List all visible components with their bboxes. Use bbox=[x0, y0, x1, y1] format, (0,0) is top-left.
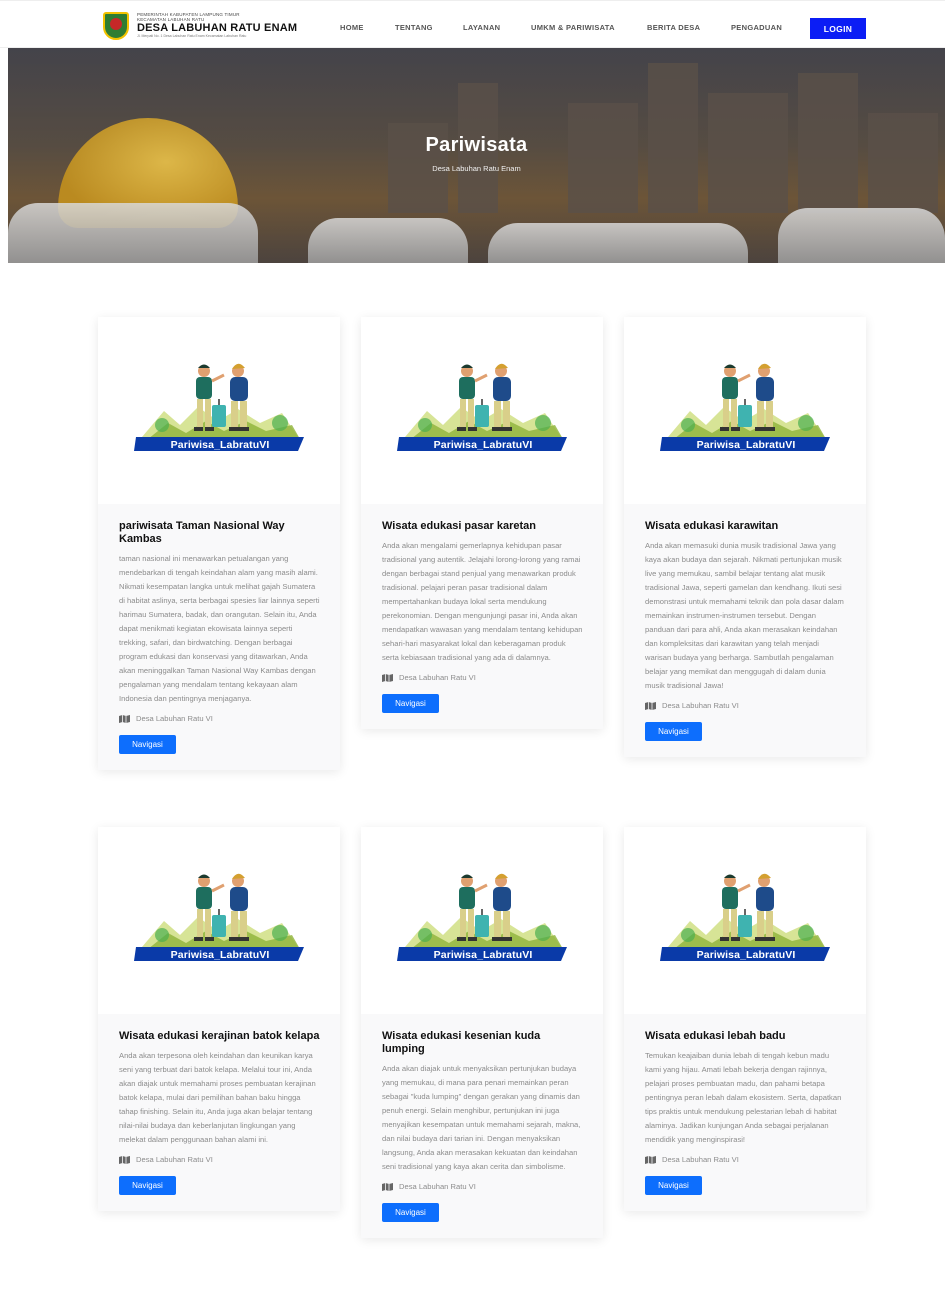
card-location: Desa Labuhan Ratu VI bbox=[645, 701, 846, 710]
navigasi-button[interactable]: Navigasi bbox=[645, 722, 702, 741]
map-icon bbox=[382, 673, 393, 682]
card-location-text: Desa Labuhan Ratu VI bbox=[662, 701, 739, 710]
card-body: pariwisata Taman Nasional Way Kambas tam… bbox=[98, 504, 340, 770]
card-location-text: Desa Labuhan Ratu VI bbox=[399, 1182, 476, 1191]
nav-layanan[interactable]: LAYANAN bbox=[463, 23, 500, 32]
nav-home[interactable]: HOME bbox=[340, 23, 364, 32]
card-body: Wisata edukasi karawitan Anda akan memas… bbox=[624, 504, 866, 757]
nav-pengaduan[interactable]: PENGADUAN bbox=[731, 23, 782, 32]
card-title: Wisata edukasi kesenian kuda lumping bbox=[382, 1030, 541, 1055]
map-icon bbox=[645, 701, 656, 710]
tourism-card-2: Pariwisa_LabratuVI Wisata edukasi pasar … bbox=[361, 317, 603, 729]
card-image-label: Pariwisa_LabratuVI bbox=[170, 439, 270, 451]
card-image: Pariwisa_LabratuVI bbox=[624, 827, 866, 1014]
card-title: pariwisata Taman Nasional Way Kambas bbox=[119, 520, 285, 545]
card-location-text: Desa Labuhan Ratu VI bbox=[399, 673, 476, 682]
card-title: Wisata edukasi kerajinan batok kelapa bbox=[119, 1030, 320, 1042]
page-subtitle: Desa Labuhan Ratu Enam bbox=[432, 164, 521, 173]
card-image-label: Pariwisa_LabratuVI bbox=[433, 439, 533, 451]
travelers-illustration: Pariwisa_LabratuVI bbox=[624, 827, 866, 1014]
map-icon bbox=[645, 1155, 656, 1164]
card-image-label: Pariwisa_LabratuVI bbox=[433, 949, 533, 961]
card-image-label: Pariwisa_LabratuVI bbox=[696, 949, 796, 961]
card-image: Pariwisa_LabratuVI bbox=[98, 317, 340, 504]
tourism-card-4: Pariwisa_LabratuVI Wisata edukasi keraji… bbox=[98, 827, 340, 1211]
navigasi-button[interactable]: Navigasi bbox=[119, 735, 176, 754]
main-nav: HOME TENTANG LAYANAN UMKM & PARIWISATA B… bbox=[0, 19, 945, 35]
tourism-card-5: Pariwisa_LabratuVI Wisata edukasi keseni… bbox=[361, 827, 603, 1238]
card-body: Wisata edukasi lebah badu Temukan keajai… bbox=[624, 1014, 866, 1211]
map-icon bbox=[119, 1155, 130, 1164]
site-header: PEMERINTAH KABUPATEN LAMPUNG TIMUR KECAM… bbox=[0, 0, 945, 48]
card-title: Wisata edukasi lebah badu bbox=[645, 1030, 786, 1042]
tourism-card-6: Pariwisa_LabratuVI Wisata edukasi lebah … bbox=[624, 827, 866, 1211]
travelers-illustration: Pariwisa_LabratuVI bbox=[361, 317, 603, 504]
card-location: Desa Labuhan Ratu VI bbox=[119, 1155, 320, 1164]
navigasi-button[interactable]: Navigasi bbox=[645, 1176, 702, 1195]
page-title: Pariwisata bbox=[425, 134, 528, 156]
card-image: Pariwisa_LabratuVI bbox=[98, 827, 340, 1014]
card-body: Wisata edukasi pasar karetan Anda akan m… bbox=[361, 504, 603, 729]
card-description: taman nasional ini menawarkan petualanga… bbox=[119, 554, 320, 703]
card-title: Wisata edukasi karawitan bbox=[645, 520, 779, 532]
card-location-text: Desa Labuhan Ratu VI bbox=[136, 714, 213, 723]
card-location: Desa Labuhan Ratu VI bbox=[382, 673, 583, 682]
navigasi-button[interactable]: Navigasi bbox=[382, 1203, 439, 1222]
tourism-card-3: Pariwisa_LabratuVI Wisata edukasi karawi… bbox=[624, 317, 866, 757]
navigasi-button[interactable]: Navigasi bbox=[382, 694, 439, 713]
hero-banner: Pariwisata Desa Labuhan Ratu Enam bbox=[8, 48, 945, 263]
card-description: Anda akan terpesona oleh keindahan dan k… bbox=[119, 1051, 316, 1144]
card-description: Anda akan mengalami gemerlapnya kehidupa… bbox=[382, 541, 583, 662]
card-location-text: Desa Labuhan Ratu VI bbox=[136, 1155, 213, 1164]
card-body: Wisata edukasi kerajinan batok kelapa An… bbox=[98, 1014, 340, 1211]
card-location: Desa Labuhan Ratu VI bbox=[382, 1182, 583, 1191]
card-image: Pariwisa_LabratuVI bbox=[361, 317, 603, 504]
nav-umkm-pariwisata[interactable]: UMKM & PARIWISATA bbox=[531, 23, 615, 32]
travelers-illustration: Pariwisa_LabratuVI bbox=[98, 317, 340, 504]
map-icon bbox=[382, 1182, 393, 1191]
card-description: Anda akan memasuki dunia musik tradision… bbox=[645, 541, 844, 690]
card-image-label: Pariwisa_LabratuVI bbox=[170, 949, 270, 961]
login-button[interactable]: LOGIN bbox=[810, 18, 866, 39]
card-image: Pariwisa_LabratuVI bbox=[624, 317, 866, 504]
card-location: Desa Labuhan Ratu VI bbox=[119, 714, 320, 723]
nav-berita-desa[interactable]: BERITA DESA bbox=[647, 23, 700, 32]
card-location-text: Desa Labuhan Ratu VI bbox=[662, 1155, 739, 1164]
card-image: Pariwisa_LabratuVI bbox=[361, 827, 603, 1014]
travelers-illustration: Pariwisa_LabratuVI bbox=[624, 317, 866, 504]
card-description: Temukan keajaiban dunia lebah di tengah … bbox=[645, 1051, 842, 1144]
brand-address: Jl. Merpati No. 1 Desa Labuhan Ratu Enam… bbox=[137, 34, 247, 39]
travelers-illustration: Pariwisa_LabratuVI bbox=[98, 827, 340, 1014]
navigasi-button[interactable]: Navigasi bbox=[119, 1176, 176, 1195]
tourism-card-1: Pariwisa_LabratuVI pariwisata Taman Nasi… bbox=[98, 317, 340, 770]
card-location: Desa Labuhan Ratu VI bbox=[645, 1155, 846, 1164]
map-icon bbox=[119, 714, 130, 723]
card-title: Wisata edukasi pasar karetan bbox=[382, 520, 536, 532]
card-image-label: Pariwisa_LabratuVI bbox=[696, 439, 796, 451]
travelers-illustration: Pariwisa_LabratuVI bbox=[361, 827, 603, 1014]
card-body: Wisata edukasi kesenian kuda lumping And… bbox=[361, 1014, 603, 1238]
nav-tentang[interactable]: TENTANG bbox=[395, 23, 433, 32]
card-description: Anda akan diajak untuk menyaksikan pertu… bbox=[382, 1064, 581, 1171]
